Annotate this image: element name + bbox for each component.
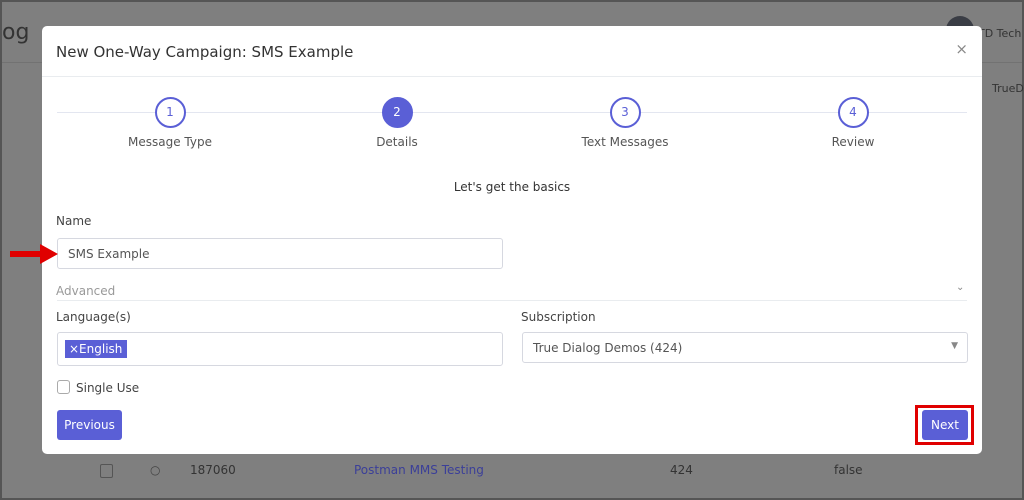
step-number: 3 — [609, 97, 641, 128]
step-details[interactable]: 2 Details — [327, 97, 467, 149]
bg-row-flag: false — [834, 463, 863, 477]
subscription-value: True Dialog Demos (424) — [533, 340, 683, 355]
bg-column: TrueD — [992, 82, 1024, 95]
step-label: Text Messages — [581, 135, 669, 149]
section-subtitle: Let's get the basics — [453, 180, 571, 194]
single-use-checkbox[interactable] — [57, 380, 70, 394]
next-button[interactable]: Next — [922, 410, 968, 440]
name-label: Name — [56, 214, 92, 228]
bg-row-name: Postman MMS Testing — [354, 463, 484, 477]
step-review[interactable]: 4 Review — [783, 97, 923, 149]
subscription-select[interactable]: True Dialog Demos (424) ▼ — [522, 332, 968, 363]
red-arrow-annotation — [10, 244, 58, 264]
bg-row-checkbox — [100, 464, 113, 478]
bg-row-account: 424 — [670, 463, 693, 477]
step-label: Message Type — [128, 135, 212, 149]
chevron-down-icon[interactable]: ⌄ — [956, 282, 964, 293]
languages-label: Language(s) — [56, 310, 131, 324]
bg-title: og — [2, 20, 30, 45]
step-number: 2 — [381, 97, 413, 128]
modal-title: New One-Way Campaign: SMS Example — [56, 43, 354, 61]
language-tag-english[interactable]: ×English — [65, 340, 128, 358]
step-label: Details — [376, 135, 418, 149]
step-label: Review — [831, 135, 875, 149]
step-number: 1 — [154, 97, 186, 128]
single-use-label: Single Use — [76, 381, 140, 395]
step-text-messages[interactable]: 3 Text Messages — [555, 97, 695, 149]
languages-input[interactable]: ×English — [57, 332, 503, 366]
name-value: SMS Example — [68, 246, 150, 261]
bg-row-id: 187060 — [190, 463, 236, 477]
step-number: 4 — [837, 97, 869, 128]
campaign-modal: New One-Way Campaign: SMS Example × 1 Mes… — [42, 26, 982, 454]
header-divider — [42, 76, 982, 77]
subscription-label: Subscription — [521, 310, 596, 324]
advanced-toggle[interactable]: Advanced — [56, 284, 115, 298]
step-message-type[interactable]: 1 Message Type — [100, 97, 240, 149]
advanced-divider — [57, 300, 967, 301]
name-input[interactable]: SMS Example — [57, 238, 503, 269]
previous-button[interactable]: Previous — [57, 410, 122, 440]
caret-down-icon: ▼ — [951, 341, 958, 351]
close-icon[interactable]: × — [955, 40, 968, 58]
bg-user-label: TD Tech — [978, 27, 1022, 40]
bg-chat-icon: ○ — [150, 463, 161, 477]
